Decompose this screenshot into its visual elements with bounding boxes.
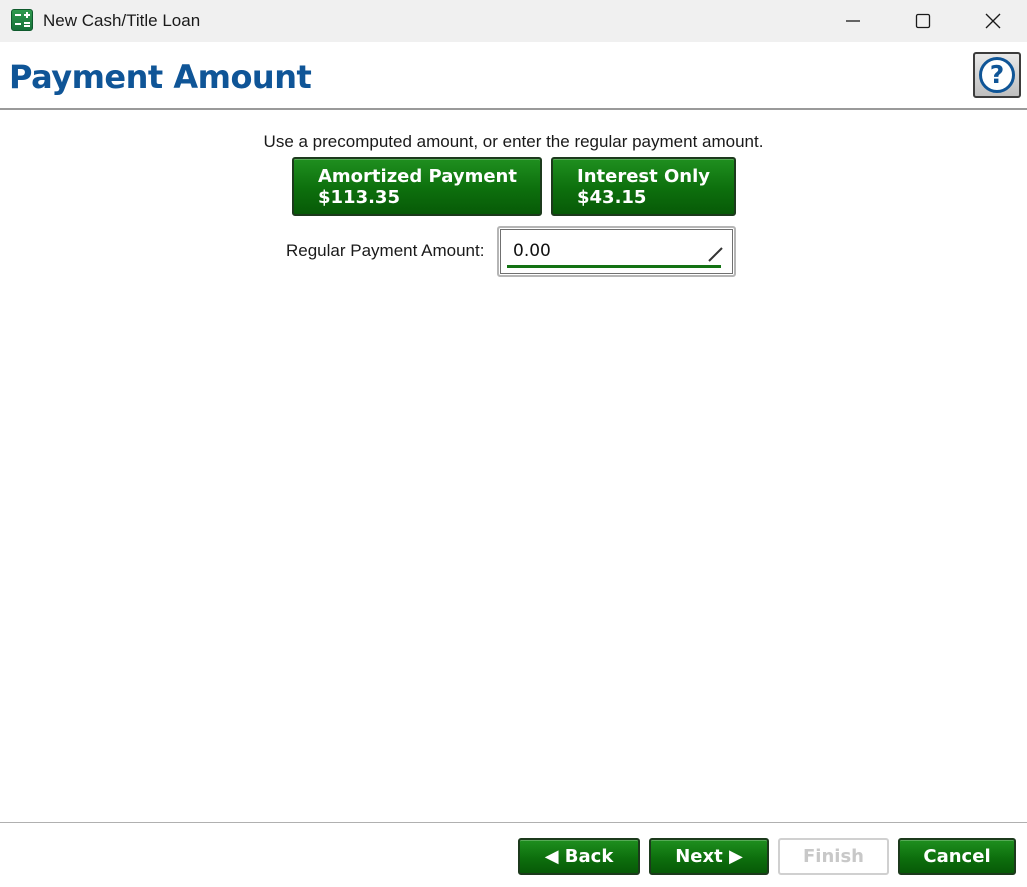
minimize-icon [846,20,860,22]
input-underline [507,265,721,268]
regular-payment-field[interactable] [497,226,736,277]
back-button[interactable]: ◀ Back [518,838,640,875]
regular-payment-label: Regular Payment Amount: [286,241,485,260]
regular-payment-input[interactable] [513,238,713,264]
cancel-button[interactable]: Cancel [898,838,1016,875]
help-button[interactable]: ? [973,52,1021,98]
instruction-text: Use a precomputed amount, or enter the r… [263,132,764,151]
minimize-button[interactable] [818,0,888,42]
interest-only-amount: $43.15 [577,187,647,208]
maximize-icon [915,13,931,29]
page-title: Payment Amount [9,58,312,96]
window-title: New Cash/Title Loan [43,11,201,30]
amortized-payment-amount: $113.35 [318,187,400,208]
help-icon: ? [979,57,1015,93]
interest-only-button[interactable]: Interest Only $43.15 [551,157,736,216]
amortized-payment-label: Amortized Payment [318,166,517,187]
interest-only-label: Interest Only [577,166,711,187]
next-button[interactable]: Next ▶ [649,838,769,875]
calculator-icon [11,9,33,31]
resize-grip-icon [708,247,723,262]
finish-button[interactable]: Finish [778,838,889,875]
close-icon [985,13,1001,29]
amortized-payment-button[interactable]: Amortized Payment $113.35 [292,157,542,216]
header-divider [0,108,1027,110]
window-titlebar: New Cash/Title Loan [0,0,1027,42]
maximize-button[interactable] [888,0,958,42]
page-header: Payment Amount ? [0,42,1027,109]
footer-divider [0,822,1027,823]
close-button[interactable] [958,0,1027,42]
